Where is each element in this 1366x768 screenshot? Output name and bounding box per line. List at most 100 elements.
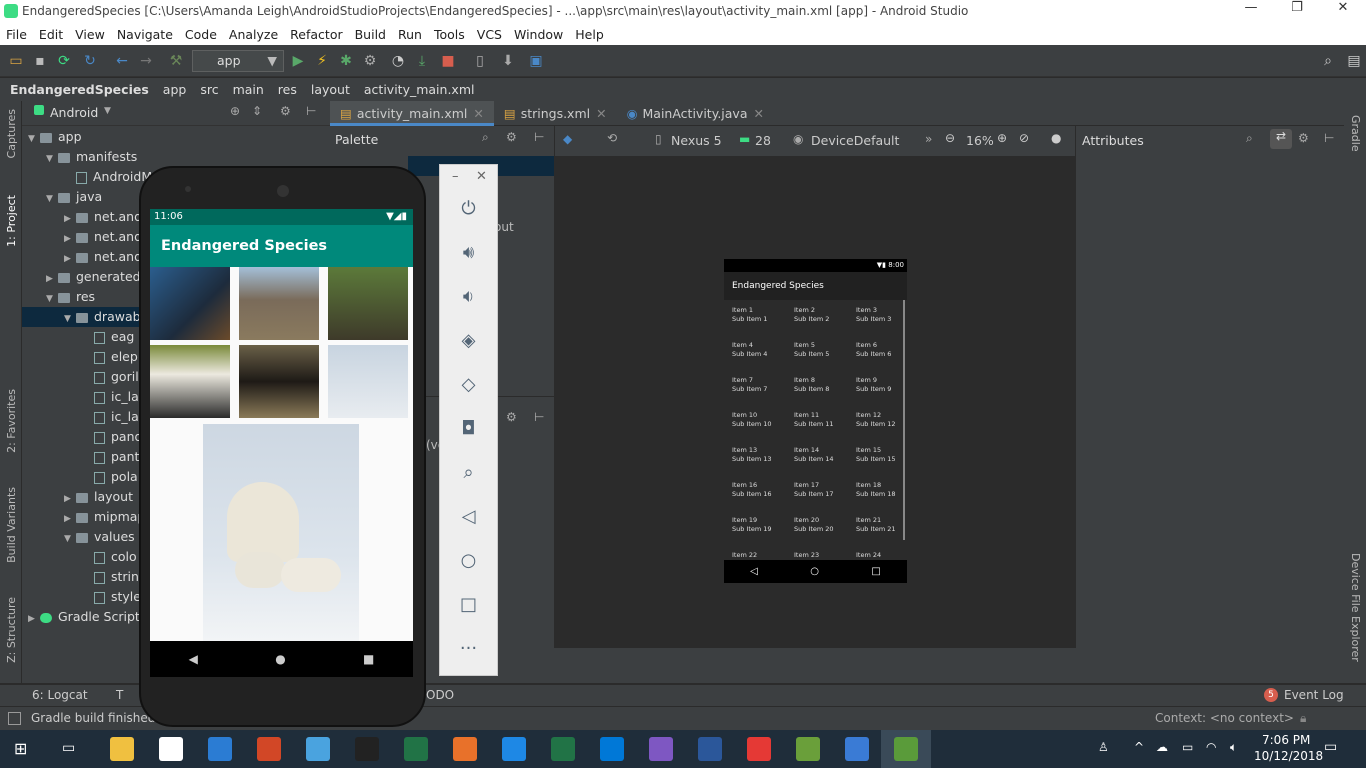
close-tab-icon[interactable]: ✕ <box>473 106 483 121</box>
taskbar-maps-icon[interactable] <box>502 737 526 761</box>
run-config-select[interactable]: app ▼ <box>192 50 284 72</box>
back-button-icon[interactable]: ◀ <box>189 652 198 666</box>
close-button[interactable]: ✕ <box>1320 0 1366 23</box>
settings-gear-icon[interactable]: ⚙ <box>280 104 291 118</box>
tree-item[interactable]: ▶ net.and <box>22 207 152 227</box>
refresh-icon[interactable]: ↻ <box>80 51 100 71</box>
taskbar-itunes-icon[interactable] <box>355 737 379 761</box>
taskbar-xampp-icon[interactable] <box>453 737 477 761</box>
tray-chevron-icon[interactable]: ^ <box>1134 740 1144 754</box>
hide-panel-icon[interactable]: ⊢ <box>306 104 316 118</box>
locate-icon[interactable]: ⊕ <box>230 104 240 118</box>
breadcrumb-item[interactable]: activity_main.xml <box>364 82 475 97</box>
tree-item[interactable]: ▶ generatedJ <box>22 267 152 287</box>
save-icon[interactable]: ▪ <box>30 51 50 71</box>
rotate-left-icon[interactable]: ◈ <box>439 330 498 351</box>
zoom-in-icon[interactable]: ⊕ <box>997 131 1007 145</box>
collapsed-arrow-icon[interactable]: ▶ <box>46 269 58 287</box>
forward-icon[interactable]: → <box>136 51 156 71</box>
menu-run[interactable]: Run <box>392 27 428 42</box>
breadcrumb-item[interactable]: app <box>163 82 187 97</box>
taskbar-word-icon[interactable] <box>698 737 722 761</box>
menu-window[interactable]: Window <box>508 27 569 42</box>
tree-item[interactable]: ▶ Gradle Scripts <box>22 607 152 627</box>
tree-item[interactable]: ▼ app <box>22 127 152 147</box>
device-icon[interactable]: ▯ <box>655 132 662 146</box>
tree-item[interactable]: ▶ layout <box>22 487 152 507</box>
close-emulator-icon[interactable]: ✕ <box>476 169 487 184</box>
tree-item[interactable]: style <box>22 587 152 607</box>
home-control-icon[interactable]: ○ <box>439 550 498 571</box>
clock-time[interactable]: 7:06 PM <box>1262 733 1310 747</box>
more-options-icon[interactable]: ··· <box>439 638 498 659</box>
palette-settings-icon[interactable]: ⚙ <box>506 130 517 144</box>
menu-view[interactable]: View <box>69 27 111 42</box>
logcat-tab[interactable]: 6: Logcat <box>32 688 88 702</box>
tree-item[interactable]: goril <box>22 367 152 387</box>
collapsed-arrow-icon[interactable]: ▶ <box>64 249 76 267</box>
close-tab-icon[interactable]: ✕ <box>596 106 606 121</box>
photo-panda[interactable] <box>150 345 230 418</box>
zoom-icon[interactable]: ⌕ <box>439 462 498 483</box>
minimize-emulator-icon[interactable]: – <box>452 169 459 184</box>
volume-down-icon[interactable]: 🔉︎ <box>439 286 498 307</box>
device-select[interactable]: Nexus 5 <box>671 133 722 148</box>
build-variants-tab[interactable]: Build Variants <box>5 487 18 563</box>
expanded-arrow-icon[interactable]: ▼ <box>46 289 58 307</box>
zoom-fit-icon[interactable]: ⊘ <box>1019 131 1029 145</box>
avd-manager-icon[interactable]: ▯ <box>470 51 490 71</box>
windows-start-icon[interactable]: ⊞ <box>14 739 27 758</box>
more-icon[interactable]: » <box>925 132 932 146</box>
expanded-arrow-icon[interactable]: ▼ <box>46 189 58 207</box>
design-surface-icon[interactable]: ◆ <box>563 132 572 146</box>
attach-debugger-icon[interactable]: ⚙ <box>360 51 380 71</box>
photo-gorilla[interactable] <box>328 267 408 340</box>
api-select[interactable]: 28 <box>755 133 771 148</box>
expanded-arrow-icon[interactable]: ▼ <box>64 529 76 547</box>
palette-hide-icon[interactable]: ⊢ <box>534 130 544 144</box>
photo-eagle[interactable] <box>150 267 230 340</box>
terminal-tab[interactable]: T <box>116 688 123 702</box>
tree-item[interactable]: pola <box>22 467 152 487</box>
tree-item[interactable]: strin <box>22 567 152 587</box>
sdk-manager-icon[interactable]: ⬇ <box>498 51 518 71</box>
project-structure-icon[interactable]: ▣ <box>526 51 546 71</box>
tree-item[interactable]: ▼ res <box>22 287 152 307</box>
attach-icon[interactable]: ⤓ <box>412 51 432 71</box>
tree-settings-icon[interactable]: ⚙ <box>506 410 517 424</box>
project-tab[interactable]: 1: Project <box>5 195 18 247</box>
notifications-icon[interactable]: ▭ <box>1324 739 1337 755</box>
favorites-tab[interactable]: 2: Favorites <box>5 389 18 453</box>
tree-item[interactable]: ic_la <box>22 387 152 407</box>
restore-button[interactable]: ❐ <box>1274 0 1320 23</box>
taskbar-security-icon[interactable] <box>159 737 183 761</box>
expanded-arrow-icon[interactable]: ▼ <box>46 149 58 167</box>
open-folder-icon[interactable]: ▭ <box>6 51 26 71</box>
tab-mainactivity-java[interactable]: ◉ MainActivity.java ✕ <box>617 101 774 126</box>
attributes-hide-icon[interactable]: ⊢ <box>1324 131 1334 145</box>
overview-button-icon[interactable]: ■ <box>363 652 374 666</box>
tree-item[interactable]: ▼ manifests <box>22 147 152 167</box>
home-button-icon[interactable]: ● <box>275 652 285 666</box>
photo-panther[interactable] <box>239 345 319 418</box>
tree-item[interactable]: ic_la <box>22 407 152 427</box>
battery-icon[interactable]: ▭ <box>1182 740 1193 754</box>
taskbar-powerpoint-icon[interactable] <box>257 737 281 761</box>
tree-item[interactable]: ▶ net.and <box>22 247 152 267</box>
toggle-tool-windows-icon[interactable] <box>8 712 21 725</box>
collapse-icon[interactable]: ⇕ <box>252 104 262 118</box>
menu-code[interactable]: Code <box>179 27 223 42</box>
taskbar-excel-icon[interactable] <box>551 737 575 761</box>
warning-icon[interactable]: ● <box>1051 131 1061 145</box>
gradle-tab[interactable]: Gradle <box>1349 115 1362 152</box>
tab-activity_main-xml[interactable]: ▤ activity_main.xml ✕ <box>330 101 494 126</box>
collapsed-arrow-icon[interactable]: ▶ <box>64 209 76 227</box>
taskbar-globe-icon[interactable] <box>845 737 869 761</box>
people-icon[interactable]: ♙ <box>1098 740 1109 754</box>
menu-tools[interactable]: Tools <box>428 27 471 42</box>
orientation-icon[interactable]: ⟲ <box>607 131 617 145</box>
menu-refactor[interactable]: Refactor <box>284 27 348 42</box>
taskbar-file-explorer-icon[interactable] <box>110 737 134 761</box>
captures-tab[interactable]: Captures <box>5 109 18 158</box>
taskbar-android-studio-icon[interactable] <box>894 737 918 761</box>
